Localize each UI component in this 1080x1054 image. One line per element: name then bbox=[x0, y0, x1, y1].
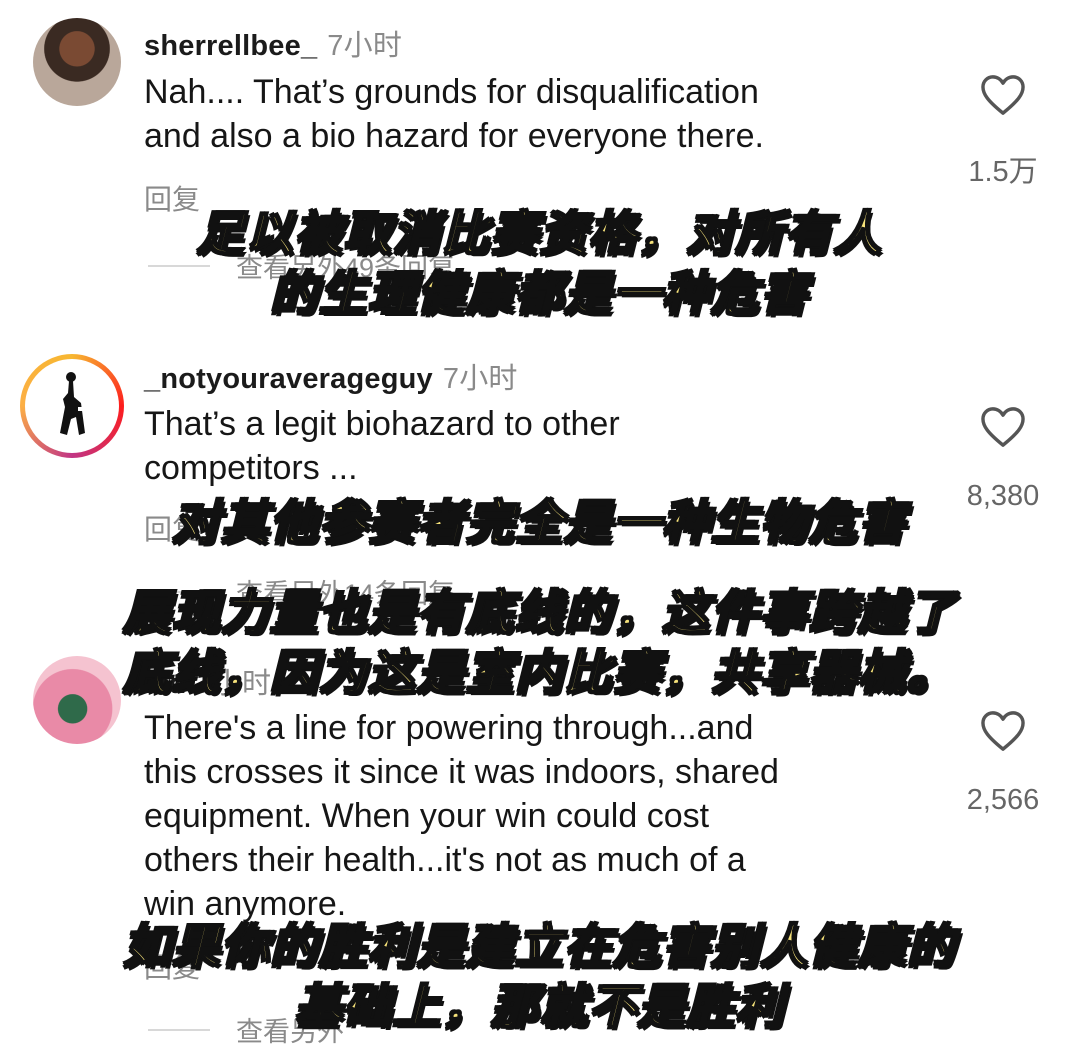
comment-header: sherrellbee_ 7小时 bbox=[144, 22, 402, 64]
comment-text: There's a line for powering through...an… bbox=[144, 709, 779, 923]
comment-header: _notyouraverageguy 7小时 bbox=[144, 355, 518, 397]
timestamp: 7小时 bbox=[442, 363, 518, 395]
like-count: 1.5万 bbox=[968, 156, 1038, 188]
avatar-image bbox=[29, 363, 115, 449]
subtitle-caption-4: 如果你的胜利是建立在危害别人健康的 基础上，那就不是胜利 bbox=[123, 919, 957, 1036]
username[interactable]: _notyouraverageguy bbox=[144, 363, 433, 395]
heart-icon[interactable] bbox=[980, 710, 1026, 752]
subtitle-caption-2: 对其他参赛者完全是一种生物危害 bbox=[172, 495, 908, 552]
heart-icon[interactable] bbox=[980, 406, 1026, 448]
heart-icon[interactable] bbox=[980, 74, 1026, 116]
like-count: 2,566 bbox=[966, 784, 1040, 816]
comment-text: Nah.... That’s grounds for disqualificat… bbox=[144, 73, 764, 155]
avatar[interactable] bbox=[33, 18, 121, 106]
like-group: 2,566 bbox=[948, 710, 1058, 817]
username[interactable]: sherrellbee_ bbox=[144, 30, 317, 62]
like-group: 1.5万 bbox=[948, 74, 1058, 190]
comment-text: That’s a legit biohazard to other compet… bbox=[144, 405, 620, 487]
subtitle-caption-3: 展现力量也是有底线的，这件事跨越了 底线，因为这是室内比赛，共享器械。 bbox=[123, 585, 957, 702]
subtitle-caption-1: 足以被取消比赛资格，对所有人 的生理健康都是一种危害 bbox=[196, 206, 883, 323]
avatar[interactable] bbox=[20, 354, 124, 458]
timestamp: 7小时 bbox=[327, 30, 403, 62]
